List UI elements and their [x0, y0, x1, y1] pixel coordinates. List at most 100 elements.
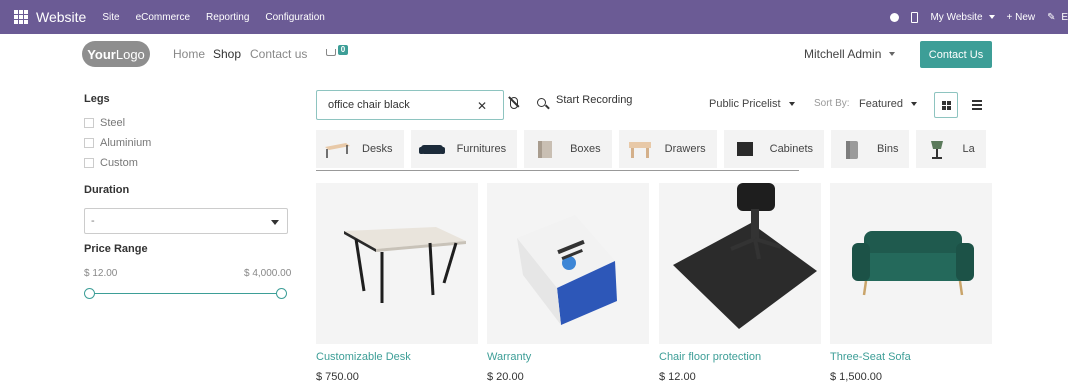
- debug-icon[interactable]: [890, 12, 900, 22]
- menu-configuration[interactable]: Configuration: [265, 12, 324, 23]
- legs-option-steel[interactable]: Steel: [84, 117, 125, 129]
- category-label: Cabinets: [769, 143, 814, 155]
- category-bar: Desks Furnitures Boxes Drawers Cabinets …: [316, 130, 1016, 170]
- checkbox[interactable]: [84, 138, 94, 148]
- pricelist-dropdown[interactable]: Public Pricelist: [709, 98, 795, 110]
- chevron-down-icon: [889, 52, 896, 56]
- category-boxes[interactable]: Boxes: [524, 130, 612, 168]
- category-drawers[interactable]: Drawers: [618, 130, 717, 168]
- category-furnitures[interactable]: Furnitures: [410, 130, 518, 168]
- product-price: $ 1,500.00: [830, 371, 882, 383]
- category-label: Drawers: [664, 143, 706, 155]
- option-label: Aluminium: [100, 137, 152, 149]
- category-cabinets[interactable]: Cabinets: [723, 130, 825, 168]
- list-view-button[interactable]: [966, 92, 988, 118]
- sofa-thumbnail-icon: [418, 145, 445, 154]
- box-thumbnail-icon: [538, 141, 553, 158]
- product-price: $ 20.00: [487, 371, 524, 383]
- product-card-desk[interactable]: Customizable Desk $ 750.00: [316, 183, 478, 383]
- floor-mat-image: [673, 183, 817, 329]
- chevron-down-icon: [911, 102, 918, 106]
- search-icon[interactable]: [537, 98, 546, 107]
- desk-image: [344, 227, 466, 303]
- drawer-thumbnail-icon: [628, 142, 651, 158]
- admin-bar: Website Site eCommerce Reporting Configu…: [0, 0, 1068, 34]
- product-price: $ 750.00: [316, 371, 359, 383]
- product-name[interactable]: Chair floor protection: [659, 351, 761, 363]
- product-image[interactable]: [830, 183, 992, 344]
- start-recording-button[interactable]: Start Recording: [556, 94, 632, 106]
- sort-value: Featured: [859, 98, 904, 110]
- website-app-title[interactable]: Website: [36, 9, 86, 25]
- checkbox[interactable]: [84, 118, 94, 128]
- category-lamps[interactable]: La: [916, 130, 986, 168]
- site-logo[interactable]: Your Logo: [82, 41, 150, 67]
- my-website-dropdown[interactable]: My Website: [930, 12, 995, 23]
- duration-filter-title: Duration: [84, 184, 130, 196]
- sort-by-label: Sort By:: [814, 98, 850, 109]
- apps-grid-icon[interactable]: [14, 10, 28, 24]
- legs-option-custom[interactable]: Custom: [84, 157, 138, 169]
- grid-icon: [941, 100, 951, 110]
- bin-thumbnail-icon: [846, 141, 859, 159]
- product-image[interactable]: [659, 183, 821, 344]
- nav-contact-us[interactable]: Contact us: [250, 47, 307, 61]
- user-name: Mitchell Admin: [804, 47, 882, 61]
- logo-light-text: Logo: [115, 46, 145, 62]
- pricelist-value: Public Pricelist: [709, 98, 781, 110]
- category-label: Boxes: [570, 143, 601, 155]
- product-image[interactable]: [487, 183, 649, 344]
- cabinet-thumbnail-icon: [736, 142, 753, 156]
- search-value: office chair black: [328, 99, 410, 111]
- category-desks[interactable]: Desks: [316, 130, 404, 168]
- option-label: Custom: [100, 157, 138, 169]
- product-name[interactable]: Customizable Desk: [316, 351, 411, 363]
- menu-reporting[interactable]: Reporting: [206, 12, 249, 23]
- desk-thumbnail-icon: [325, 143, 350, 158]
- duration-select[interactable]: -: [84, 208, 288, 234]
- cart-count-badge: 0: [338, 45, 348, 55]
- grid-view-button[interactable]: [934, 92, 958, 118]
- nav-home[interactable]: Home: [173, 47, 205, 61]
- product-card-three-seat-sofa[interactable]: Three-Seat Sofa $ 1,500.00: [830, 183, 992, 383]
- checkbox[interactable]: [84, 158, 94, 168]
- category-label: La: [962, 143, 975, 155]
- category-bins[interactable]: Bins: [831, 130, 910, 168]
- new-button[interactable]: + New: [1007, 12, 1036, 23]
- clear-search-icon[interactable]: ✕: [477, 99, 487, 113]
- nav-shop[interactable]: Shop: [213, 47, 241, 61]
- user-menu[interactable]: Mitchell Admin: [804, 47, 896, 61]
- mobile-preview-icon[interactable]: [911, 11, 919, 23]
- product-card-warranty[interactable]: Warranty $ 20.00: [487, 183, 649, 383]
- product-name[interactable]: Warranty: [487, 351, 531, 363]
- product-price: $ 12.00: [659, 371, 696, 383]
- price-min: $ 12.00: [84, 268, 118, 279]
- menu-ecommerce[interactable]: eCommerce: [136, 12, 190, 23]
- product-card-chair-floor-protection[interactable]: Chair floor protection $ 12.00: [659, 183, 821, 383]
- sort-dropdown[interactable]: Featured: [859, 98, 918, 110]
- menu-site[interactable]: Site: [102, 12, 119, 23]
- product-image[interactable]: [316, 183, 478, 344]
- edit-button[interactable]: ✎ E: [1047, 12, 1068, 23]
- logo-bold-text: Your: [87, 46, 116, 62]
- legs-filter-title: Legs: [84, 93, 110, 105]
- warranty-box-image: [517, 215, 617, 325]
- chevron-down-icon: [988, 15, 995, 19]
- contact-us-button[interactable]: Contact Us: [920, 41, 992, 68]
- category-label: Bins: [877, 143, 899, 155]
- category-label: Furnitures: [456, 143, 507, 155]
- duration-value: -: [91, 215, 95, 227]
- edit-label: E: [1061, 11, 1068, 23]
- caret-down-icon: [271, 220, 279, 225]
- price-slider-max-handle[interactable]: [276, 288, 287, 299]
- legs-option-aluminium[interactable]: Aluminium: [84, 137, 151, 149]
- cart-button[interactable]: 0: [326, 45, 356, 61]
- search-input[interactable]: office chair black ✕: [316, 90, 504, 120]
- price-slider-min-handle[interactable]: [84, 288, 95, 299]
- chevron-down-icon: [788, 102, 795, 106]
- product-name[interactable]: Three-Seat Sofa: [830, 351, 911, 363]
- price-slider-track[interactable]: [90, 293, 282, 294]
- price-range-title: Price Range: [84, 243, 148, 255]
- category-scroll-indicator: [316, 170, 799, 171]
- microphone-icon[interactable]: [510, 97, 518, 109]
